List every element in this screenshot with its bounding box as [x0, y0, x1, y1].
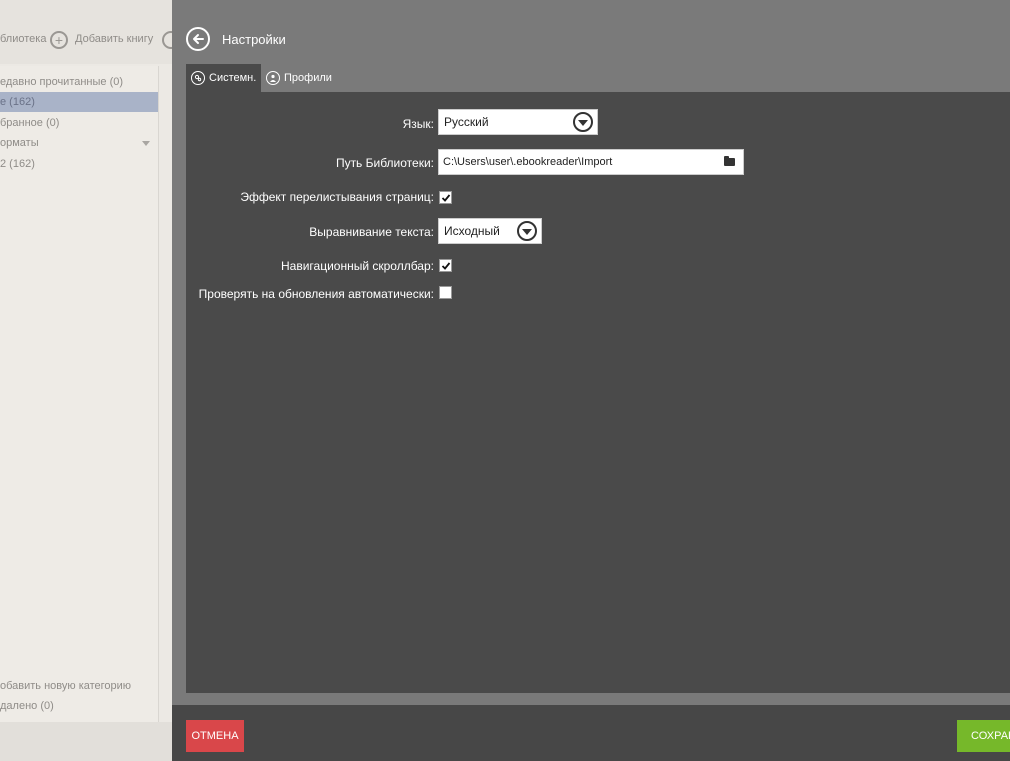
background-bottom-bar: [0, 722, 172, 761]
language-label: Язык:: [402, 117, 434, 131]
library-path-value: C:\Users\user\.ebookreader\Import: [443, 156, 613, 168]
settings-overlay: Настройки Системн. Профили Язык: Русский…: [172, 0, 1010, 761]
library-path-label: Путь Библиотеки:: [335, 156, 434, 170]
page-title: Настройки: [222, 32, 286, 47]
nav-scrollbar-label: Навигационный скроллбар:: [281, 259, 434, 273]
tab-system[interactable]: Системн.: [186, 64, 261, 92]
checkmark-icon: [441, 261, 450, 270]
caret-down-icon: [142, 141, 150, 146]
tab-profiles-label: Профили: [284, 72, 332, 84]
nav-scrollbar-checkbox[interactable]: [439, 259, 452, 272]
page-flip-checkbox[interactable]: [439, 191, 452, 204]
sidebar-item-formats: орматы: [0, 133, 158, 153]
sidebar-item-recent: едавно прочитанные (0): [0, 76, 124, 88]
language-select[interactable]: Русский: [438, 109, 598, 135]
folder-icon[interactable]: [724, 156, 735, 166]
back-button[interactable]: [186, 27, 210, 51]
auto-update-label: Проверять на обновления автоматически:: [198, 287, 434, 301]
sidebar-item-formats-label: орматы: [0, 137, 39, 149]
language-value: Русский: [444, 115, 489, 129]
tab-system-label: Системн.: [209, 72, 257, 84]
background-sidebar: едавно прочитанные (0) е (162) бранное (…: [0, 66, 159, 722]
save-button[interactable]: СОХРАН: [957, 720, 1010, 752]
text-alignment-value: Исходный: [444, 224, 500, 238]
library-tab-label: блиотека: [0, 33, 47, 45]
sidebar-item-favorites: бранное (0): [0, 117, 60, 129]
settings-header: Настройки: [172, 0, 1010, 64]
chevron-down-icon: [517, 221, 537, 241]
text-alignment-select[interactable]: Исходный: [438, 218, 542, 244]
gears-icon: [191, 71, 205, 85]
sidebar-item-all: е (162): [0, 92, 158, 112]
library-path-field[interactable]: C:\Users\user\.ebookreader\Import: [438, 149, 744, 175]
sidebar-add-category: обавить новую категорию: [0, 680, 132, 692]
user-icon: [266, 71, 280, 85]
background-toolbar: блиотека + Добавить книгу: [0, 0, 180, 64]
auto-update-checkbox[interactable]: [439, 286, 452, 299]
arrow-left-icon: [193, 34, 204, 44]
settings-panel: Язык: Русский Путь Библиотеки: C:\Users\…: [186, 92, 1010, 693]
add-book-icon: +: [50, 31, 68, 49]
checkmark-icon: [441, 193, 450, 202]
sidebar-item-format-count: 2 (162): [0, 158, 35, 170]
tab-profiles[interactable]: Профили: [266, 64, 332, 92]
cancel-button[interactable]: ОТМЕНА: [186, 720, 244, 752]
sidebar-deleted: далено (0): [0, 700, 54, 712]
text-alignment-label: Выравнивание текста:: [309, 225, 434, 239]
add-book-label: Добавить книгу: [75, 33, 154, 45]
page-flip-label: Эффект перелистывания страниц:: [240, 190, 434, 204]
settings-footer: ОТМЕНА СОХРАН: [172, 705, 1010, 761]
chevron-down-icon: [573, 112, 593, 132]
